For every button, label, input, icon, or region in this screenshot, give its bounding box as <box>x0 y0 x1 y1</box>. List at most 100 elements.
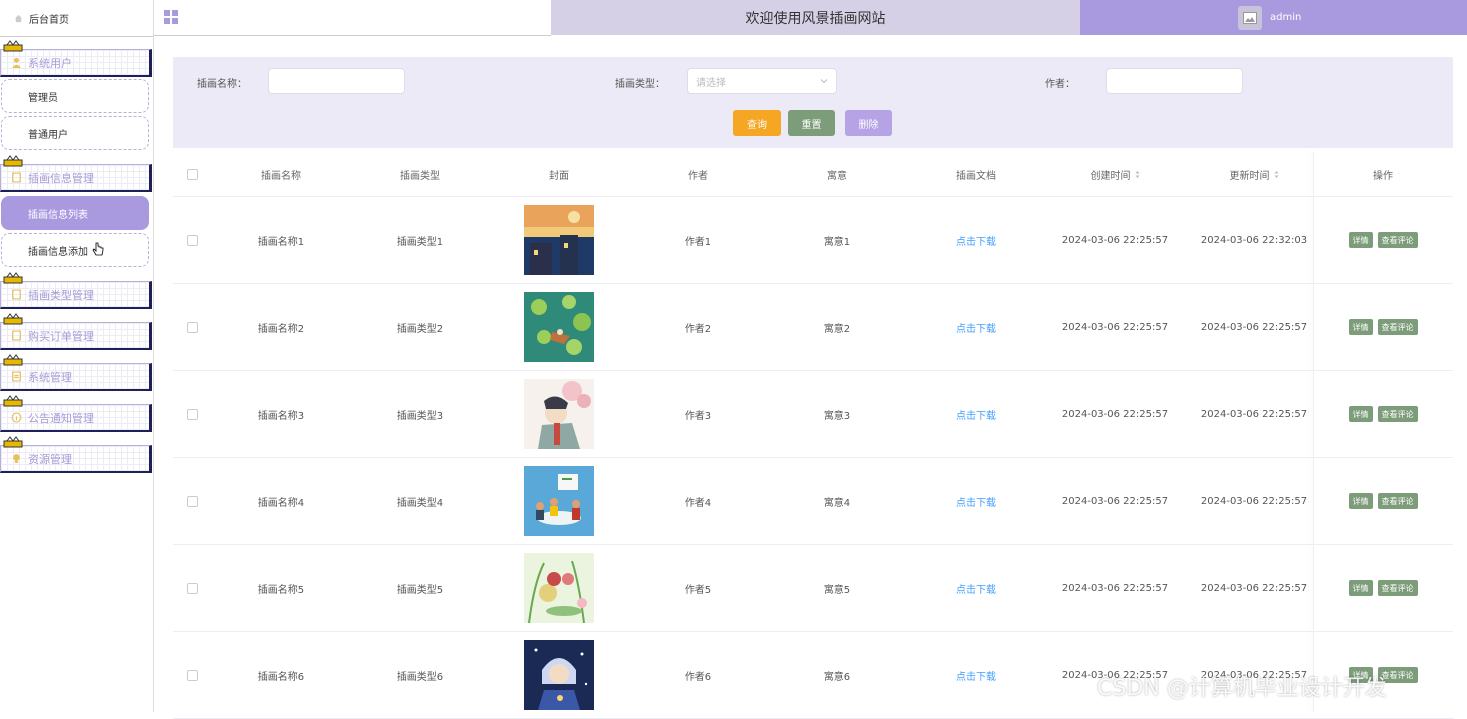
grid-menu-icon[interactable] <box>164 10 179 25</box>
view-comments-button[interactable]: 查看评论 <box>1377 493 1418 509</box>
cell-actions: 详情 查看评论 <box>1313 197 1453 283</box>
download-link[interactable]: 点击下载 <box>907 371 1045 457</box>
cell-author: 作者3 <box>684 410 712 422</box>
name-input[interactable] <box>268 68 405 94</box>
sidebar-group-label: 插画信息管理 <box>28 171 94 185</box>
cell-cover <box>489 458 629 544</box>
type-label: 插画类型： <box>615 79 665 90</box>
download-link[interactable]: 点击下载 <box>907 545 1045 631</box>
binder-clip-icon <box>3 395 23 407</box>
header-author: 作者 <box>688 170 708 182</box>
sidebar-item-normal-user[interactable]: 普通用户 <box>1 116 149 150</box>
sidebar-item-label: 插画信息添加 <box>28 246 88 258</box>
row-checkbox[interactable] <box>186 234 198 246</box>
top-header: 欢迎使用风景插画网站 admin <box>154 0 1467 36</box>
type-select-placeholder: 请选择 <box>696 77 726 89</box>
cell-type: 插画类型1 <box>396 236 444 248</box>
row-checkbox-cell <box>173 197 211 283</box>
cell-created: 2024-03-06 22:25:57 <box>1061 408 1169 420</box>
sidebar-home[interactable]: 后台首页 <box>0 0 153 37</box>
view-comments-button[interactable]: 查看评论 <box>1377 580 1418 596</box>
sidebar-item-illustration-list[interactable]: 插画信息列表 <box>1 196 149 230</box>
sidebar-item-illustration-add[interactable]: 插画信息添加 <box>1 233 149 267</box>
header-cover: 封面 <box>549 170 569 182</box>
cell-name: 插画名称5 <box>257 584 305 596</box>
download-link[interactable]: 点击下载 <box>907 632 1045 718</box>
select-all-checkbox[interactable] <box>186 168 198 180</box>
row-checkbox[interactable] <box>186 669 198 681</box>
illustration-table: 插画名称 插画类型 封面 作者 寓意 插画文档 创建时间 更新时间 操作 插画名… <box>173 152 1453 719</box>
row-checkbox[interactable] <box>186 582 198 594</box>
header-created[interactable]: 创建时间 <box>1045 152 1185 196</box>
sidebar-item-admin[interactable]: 管理员 <box>1 79 149 113</box>
cell-actions: 详情 查看评论 <box>1313 545 1453 631</box>
sidebar-item-label: 普通用户 <box>28 129 68 141</box>
sidebar-group-users[interactable]: 系统用户 <box>0 40 152 77</box>
cell-updated: 2024-03-06 22:25:57 <box>1200 582 1308 594</box>
cell-updated: 2024-03-06 22:32:03 <box>1200 234 1308 246</box>
type-select[interactable]: 请选择 <box>687 68 837 94</box>
user-menu[interactable]: admin <box>1080 0 1467 35</box>
list-icon <box>12 371 21 382</box>
cover-image[interactable] <box>524 205 594 275</box>
table-row: 插画名称4 插画类型4 作者4 寓意4 点击下载 2024-03-06 22:25:57 2… <box>173 458 1453 545</box>
cover-image[interactable] <box>524 292 594 362</box>
cover-image[interactable] <box>524 553 594 623</box>
sidebar-group-illustration[interactable]: 插画信息管理 <box>0 155 152 192</box>
view-comments-button[interactable]: 查看评论 <box>1377 232 1418 248</box>
detail-button[interactable]: 详情 <box>1348 406 1373 422</box>
delete-button[interactable]: 删除 <box>845 110 892 136</box>
cell-actions: 详情 查看评论 <box>1313 284 1453 370</box>
binder-clip-icon <box>3 272 23 284</box>
download-link[interactable]: 点击下载 <box>907 458 1045 544</box>
sidebar-group-notice[interactable]: 公告通知管理 <box>0 395 152 432</box>
view-comments-button[interactable]: 查看评论 <box>1377 406 1418 422</box>
sidebar-group-illustration-type[interactable]: 插画类型管理 <box>0 272 152 309</box>
cover-image[interactable] <box>524 379 594 449</box>
detail-button[interactable]: 详情 <box>1348 319 1373 335</box>
image-placeholder-icon <box>1243 11 1257 24</box>
reset-button[interactable]: 重置 <box>788 110 835 136</box>
row-checkbox-cell <box>173 458 211 544</box>
binder-clip-icon <box>3 313 23 325</box>
cover-image[interactable] <box>524 466 594 536</box>
sidebar-group-resources[interactable]: 资源管理 <box>0 436 152 473</box>
row-checkbox[interactable] <box>186 321 198 333</box>
row-checkbox-cell <box>173 632 211 718</box>
table-header: 插画名称 插画类型 封面 作者 寓意 插画文档 创建时间 更新时间 操作 <box>173 152 1453 197</box>
sidebar-group-label: 插画类型管理 <box>28 288 94 302</box>
download-link[interactable]: 点击下载 <box>907 284 1045 370</box>
sidebar-item-label: 插画信息列表 <box>28 209 88 221</box>
view-comments-button[interactable]: 查看评论 <box>1377 319 1418 335</box>
sidebar-group-orders[interactable]: 购买订单管理 <box>0 313 152 350</box>
header-updated[interactable]: 更新时间 <box>1185 152 1323 196</box>
watermark: CSDN @计算机毕业设计开发 <box>1097 676 1387 701</box>
row-checkbox[interactable] <box>186 408 198 420</box>
sidebar-group-label: 资源管理 <box>28 452 72 466</box>
table-body: 插画名称1 插画类型1 作者1 寓意1 点击下载 2024-03-06 22:25:57 2… <box>173 197 1453 719</box>
binder-clip-icon <box>3 155 23 167</box>
row-checkbox[interactable] <box>186 495 198 507</box>
cell-meaning: 寓意5 <box>823 584 851 596</box>
cell-name: 插画名称3 <box>257 410 305 422</box>
header-created-label: 创建时间 <box>1090 170 1131 182</box>
name-label: 插画名称： <box>197 79 247 90</box>
sidebar-group-system[interactable]: 系统管理 <box>0 354 152 391</box>
cover-image[interactable] <box>524 640 594 710</box>
sort-icon <box>1274 170 1278 178</box>
sidebar-group-label: 购买订单管理 <box>28 329 94 343</box>
query-button[interactable]: 查询 <box>733 110 781 136</box>
cell-created: 2024-03-06 22:25:57 <box>1061 234 1169 246</box>
detail-button[interactable]: 详情 <box>1348 580 1373 596</box>
search-panel: 插画名称： 插画类型： 请选择 作者： 查询 重置 删除 <box>173 57 1453 148</box>
detail-button[interactable]: 详情 <box>1348 493 1373 509</box>
binder-clip-icon <box>3 354 23 366</box>
author-input[interactable] <box>1106 68 1243 94</box>
cell-meaning: 寓意3 <box>823 410 851 422</box>
download-link[interactable]: 点击下载 <box>907 197 1045 283</box>
cell-meaning: 寓意1 <box>823 236 851 248</box>
cell-created: 2024-03-06 22:25:57 <box>1061 321 1169 333</box>
detail-button[interactable]: 详情 <box>1348 232 1373 248</box>
hand-cursor-icon <box>92 242 104 256</box>
binder-clip-icon <box>3 436 23 448</box>
